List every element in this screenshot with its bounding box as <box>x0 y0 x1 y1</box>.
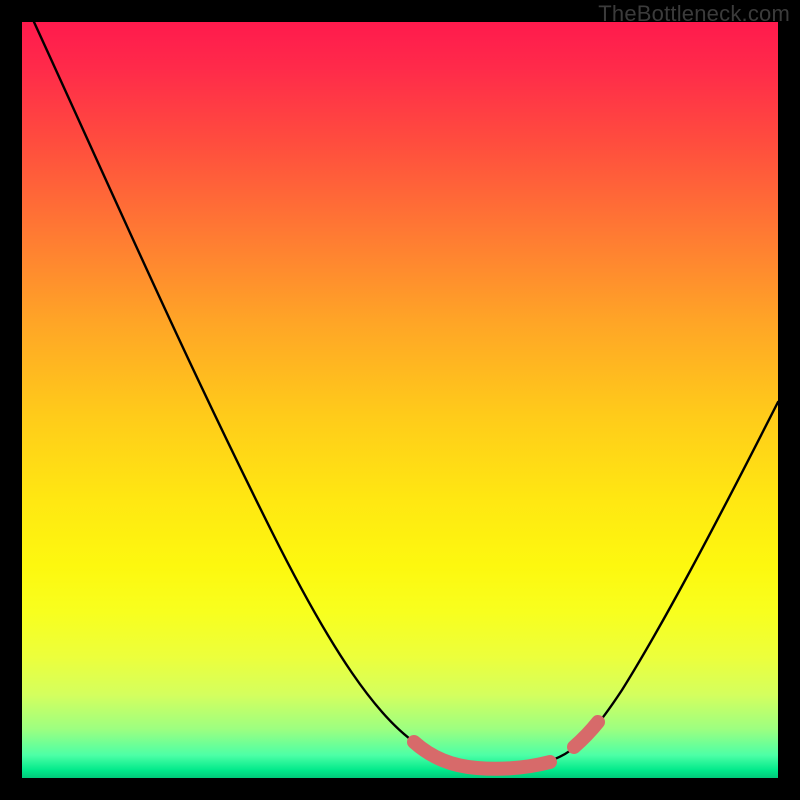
bottleneck-curve <box>22 22 778 778</box>
highlight-secondary <box>574 722 598 747</box>
highlight-valley <box>414 742 550 769</box>
chart-frame: TheBottleneck.com <box>0 0 800 800</box>
curve-path <box>34 22 778 768</box>
plot-area <box>22 22 778 778</box>
